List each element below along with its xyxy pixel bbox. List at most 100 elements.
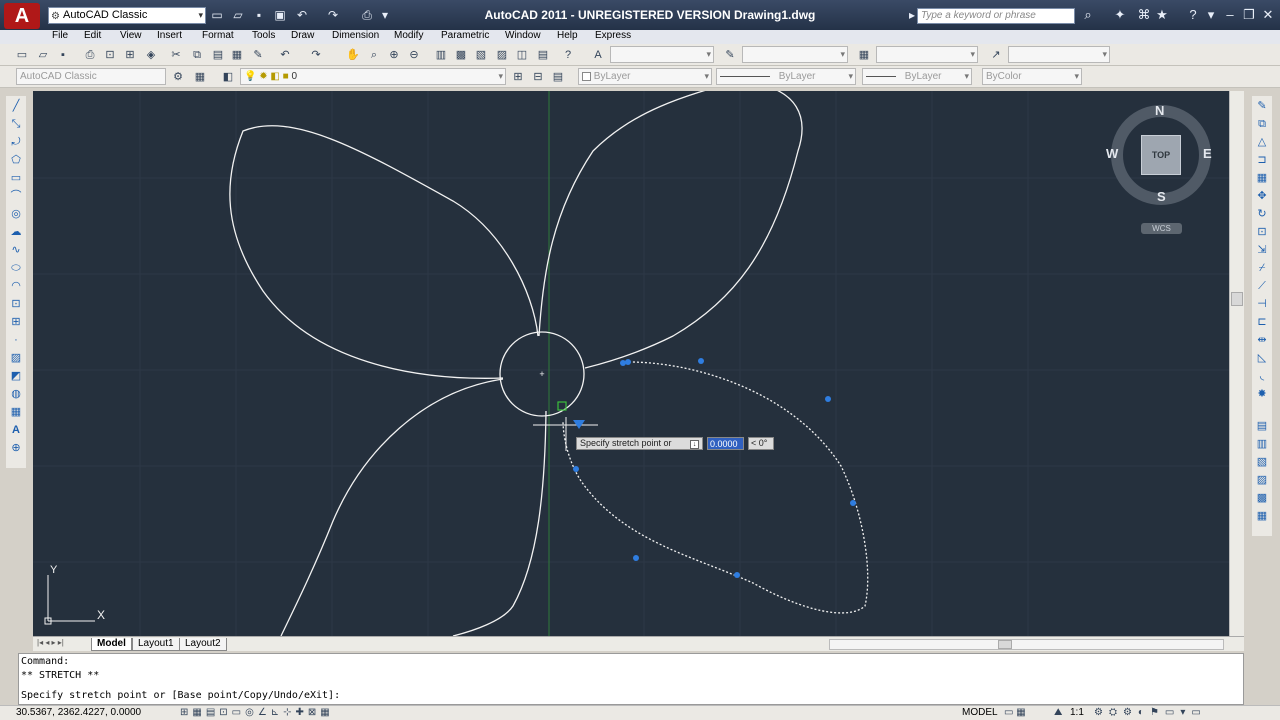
- save-icon[interactable]: ▪: [252, 8, 266, 22]
- offset-icon[interactable]: ⊐: [1254, 152, 1270, 168]
- annotation-scale-icon[interactable]: ⛰: [1054, 706, 1062, 720]
- hatch-icon[interactable]: ▨: [8, 350, 24, 366]
- dim-style-dropdown[interactable]: ▾: [742, 46, 848, 63]
- zoom-previous-icon[interactable]: ⊖: [406, 47, 422, 63]
- help-icon[interactable]: ?: [560, 47, 576, 63]
- communication-center-icon[interactable]: ⌘: [1136, 7, 1152, 23]
- scrollbar-thumb[interactable]: [1231, 292, 1243, 306]
- menu-view[interactable]: View: [120, 30, 142, 44]
- minimize-icon[interactable]: –: [1222, 7, 1238, 23]
- menu-help[interactable]: Help: [557, 30, 578, 44]
- compass-south[interactable]: S: [1157, 189, 1166, 204]
- break-icon[interactable]: ⊏: [1254, 314, 1270, 330]
- menu-tools[interactable]: Tools: [252, 30, 275, 44]
- spline-icon[interactable]: ∿: [8, 242, 24, 258]
- join-icon[interactable]: ⇹: [1254, 332, 1270, 348]
- gradient-icon[interactable]: ◩: [8, 368, 24, 384]
- save-as-icon[interactable]: ▣: [273, 8, 287, 22]
- construction-line-icon[interactable]: ⤡: [8, 116, 24, 132]
- vertical-scrollbar[interactable]: [1229, 91, 1244, 636]
- redo-icon[interactable]: ↷: [308, 47, 324, 63]
- help-icon[interactable]: ?: [1185, 7, 1201, 23]
- tab-model[interactable]: Model: [91, 638, 132, 651]
- restore-icon[interactable]: ❐: [1241, 7, 1257, 23]
- plot-icon[interactable]: ⎙: [82, 47, 98, 63]
- chevron-down-icon[interactable]: ▾: [378, 8, 392, 22]
- color-dropdown[interactable]: ByLayer ▾: [578, 68, 712, 85]
- menu-format[interactable]: Format: [202, 30, 234, 44]
- hatch-back-icon[interactable]: ▦: [1254, 508, 1270, 524]
- publish-icon[interactable]: ⊞: [122, 47, 138, 63]
- layer-dropdown[interactable]: 💡 ✹ ◧ ■ 0 ▾: [240, 68, 506, 85]
- pan-icon[interactable]: ✋: [345, 47, 361, 63]
- layer-previous-icon[interactable]: ⊟: [530, 69, 546, 85]
- point-icon[interactable]: ·: [8, 332, 24, 348]
- match-properties-icon[interactable]: ✎: [250, 47, 266, 63]
- text-front-icon[interactable]: ▩: [1254, 490, 1270, 506]
- undo-icon[interactable]: ↶: [277, 47, 293, 63]
- block-icon[interactable]: ▦: [229, 47, 245, 63]
- table-style-icon[interactable]: ▦: [856, 47, 872, 63]
- erase-icon[interactable]: ✎: [1254, 98, 1270, 114]
- draw-order-under-icon[interactable]: ▨: [1254, 472, 1270, 488]
- insert-block-icon[interactable]: ⊡: [8, 296, 24, 312]
- tab-layout2[interactable]: Layout2: [179, 638, 227, 651]
- menu-window[interactable]: Window: [505, 30, 541, 44]
- layer-manager-icon[interactable]: ◧: [220, 69, 236, 85]
- grip[interactable]: [825, 396, 831, 402]
- scrollbar-thumb[interactable]: [998, 640, 1012, 649]
- linetype-dropdown[interactable]: ByLayer ▾: [716, 68, 856, 85]
- menu-express[interactable]: Express: [595, 30, 631, 44]
- text-style-icon[interactable]: A: [590, 47, 606, 63]
- search-input[interactable]: Type a keyword or phrase: [917, 8, 1075, 24]
- table-icon[interactable]: ▦: [8, 404, 24, 420]
- layer-state-icon[interactable]: ▤: [550, 69, 566, 85]
- plot-preview-icon[interactable]: ⊡: [102, 47, 118, 63]
- new-icon[interactable]: ▭: [210, 8, 224, 22]
- make-block-icon[interactable]: ⊞: [8, 314, 24, 330]
- calculator-icon[interactable]: ▤: [535, 47, 551, 63]
- make-current-layer-icon[interactable]: ⊞: [510, 69, 526, 85]
- cut-icon[interactable]: ✂: [168, 47, 184, 63]
- ellipse-arc-icon[interactable]: ◠: [8, 278, 24, 294]
- explode-icon[interactable]: ✸: [1254, 386, 1270, 402]
- mirror-icon[interactable]: △: [1254, 134, 1270, 150]
- sheet-set-icon[interactable]: ▨: [494, 47, 510, 63]
- tool-palettes-icon[interactable]: ▧: [473, 47, 489, 63]
- grip[interactable]: [734, 572, 740, 578]
- menu-edit[interactable]: Edit: [84, 30, 101, 44]
- grip[interactable]: [625, 359, 631, 365]
- menu-dimension[interactable]: Dimension: [332, 30, 379, 44]
- array-icon[interactable]: ▦: [1254, 170, 1270, 186]
- scale-icon[interactable]: ⊡: [1254, 224, 1270, 240]
- zoom-window-icon[interactable]: ⊕: [386, 47, 402, 63]
- dynamic-input-angle[interactable]: < 0°: [748, 437, 774, 450]
- subscription-icon[interactable]: ✦: [1112, 7, 1128, 23]
- coordinate-readout[interactable]: 30.5367, 2362.4227, 0.0000: [16, 706, 141, 720]
- workspace-icon[interactable]: ▦: [192, 69, 208, 85]
- compass-west[interactable]: W: [1106, 146, 1118, 161]
- properties-icon[interactable]: ▥: [433, 47, 449, 63]
- draw-order-front-icon[interactable]: ▤: [1254, 418, 1270, 434]
- workspace-switcher[interactable]: ⚙ AutoCAD Classic ▾: [48, 7, 206, 24]
- lineweight-dropdown[interactable]: ByLayer ▾: [862, 68, 972, 85]
- break-at-point-icon[interactable]: ⊣: [1254, 296, 1270, 312]
- drafting-toggle-icons[interactable]: ⊞▦▤⊡▭◎∠⊾⊹✚⊠▦: [180, 706, 334, 720]
- compass-north[interactable]: N: [1155, 103, 1164, 118]
- circle-icon[interactable]: ◎: [8, 206, 24, 222]
- zoom-realtime-icon[interactable]: ⌕: [366, 47, 382, 63]
- polyline-icon[interactable]: ⤾: [8, 134, 24, 150]
- grip[interactable]: [620, 360, 626, 366]
- revision-cloud-icon[interactable]: ☁: [8, 224, 24, 240]
- open-icon[interactable]: ▱: [35, 47, 51, 63]
- mleader-style-dropdown[interactable]: ▾: [1008, 46, 1110, 63]
- down-arrow-icon[interactable]: ↓: [690, 440, 700, 449]
- horizontal-scrollbar[interactable]: [829, 639, 1224, 650]
- extend-icon[interactable]: ⟋: [1254, 278, 1270, 294]
- draw-order-above-icon[interactable]: ▧: [1254, 454, 1270, 470]
- dim-style-icon[interactable]: ✎: [722, 47, 738, 63]
- region-icon[interactable]: ◍: [8, 386, 24, 402]
- grip[interactable]: [850, 500, 856, 506]
- menu-parametric[interactable]: Parametric: [441, 30, 489, 44]
- stretch-icon[interactable]: ⇲: [1254, 242, 1270, 258]
